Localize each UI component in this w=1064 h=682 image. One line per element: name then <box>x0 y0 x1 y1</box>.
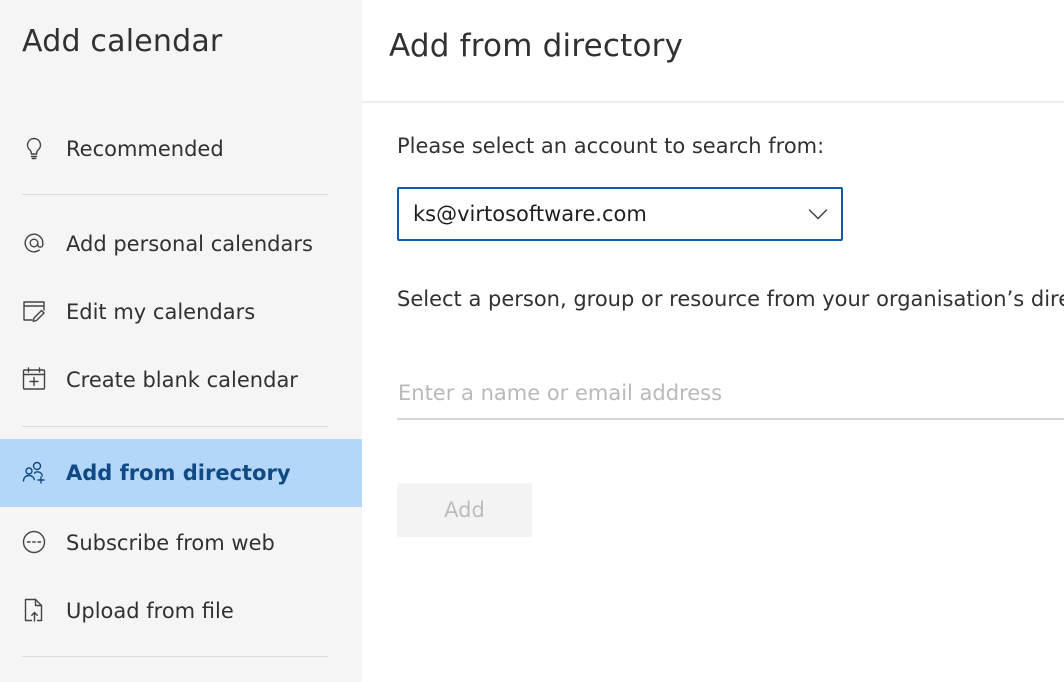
link-circle-icon <box>21 529 47 555</box>
sidebar-divider <box>22 194 328 195</box>
sidebar-divider <box>22 426 328 427</box>
sidebar-item-label: Add from directory <box>66 461 291 485</box>
account-dropdown[interactable]: ks@virtosoftware.com <box>397 187 843 241</box>
sidebar-item-edit-my-calendars[interactable]: Edit my calendars <box>0 278 362 346</box>
header-divider <box>362 101 1064 103</box>
sidebar-item-label: Create blank calendar <box>66 368 298 392</box>
sidebar-title: Add calendar <box>22 24 223 59</box>
sidebar-item-label: Subscribe from web <box>66 531 275 555</box>
at-icon <box>21 230 47 256</box>
calendar-add-icon <box>21 366 47 392</box>
chevron-down-icon <box>807 203 829 225</box>
sidebar-item-label: Upload from file <box>66 599 234 623</box>
add-button[interactable]: Add <box>397 483 532 537</box>
sidebar-divider <box>22 656 328 657</box>
sidebar-item-create-blank-calendar[interactable]: Create blank calendar <box>0 346 362 414</box>
main-panel: Add from directory Please select an acco… <box>362 0 1064 682</box>
sidebar-item-add-from-directory[interactable]: Add from directory <box>0 439 362 507</box>
account-dropdown-value: ks@virtosoftware.com <box>413 202 647 226</box>
file-upload-icon <box>21 597 47 623</box>
directory-search-input[interactable] <box>397 368 1064 420</box>
add-calendar-dialog: Add calendar Recommended Add personal ca… <box>0 0 1064 682</box>
sidebar-item-label: Recommended <box>66 137 224 161</box>
sidebar-item-upload-from-file[interactable]: Upload from file <box>0 577 362 645</box>
sidebar: Add calendar Recommended Add personal ca… <box>0 0 362 682</box>
lightbulb-icon <box>21 135 47 161</box>
sidebar-item-subscribe-from-web[interactable]: Subscribe from web <box>0 509 362 577</box>
directory-prompt-label: Select a person, group or resource from … <box>397 287 1064 311</box>
sidebar-item-label: Edit my calendars <box>66 300 256 324</box>
sidebar-item-label: Add personal calendars <box>66 232 313 256</box>
page-title: Add from directory <box>389 28 684 64</box>
account-prompt-label: Please select an account to search from: <box>397 134 825 158</box>
edit-calendar-icon <box>21 298 47 324</box>
people-icon <box>21 459 47 485</box>
sidebar-item-add-personal-calendars[interactable]: Add personal calendars <box>0 210 362 278</box>
sidebar-item-recommended[interactable]: Recommended <box>0 115 362 183</box>
